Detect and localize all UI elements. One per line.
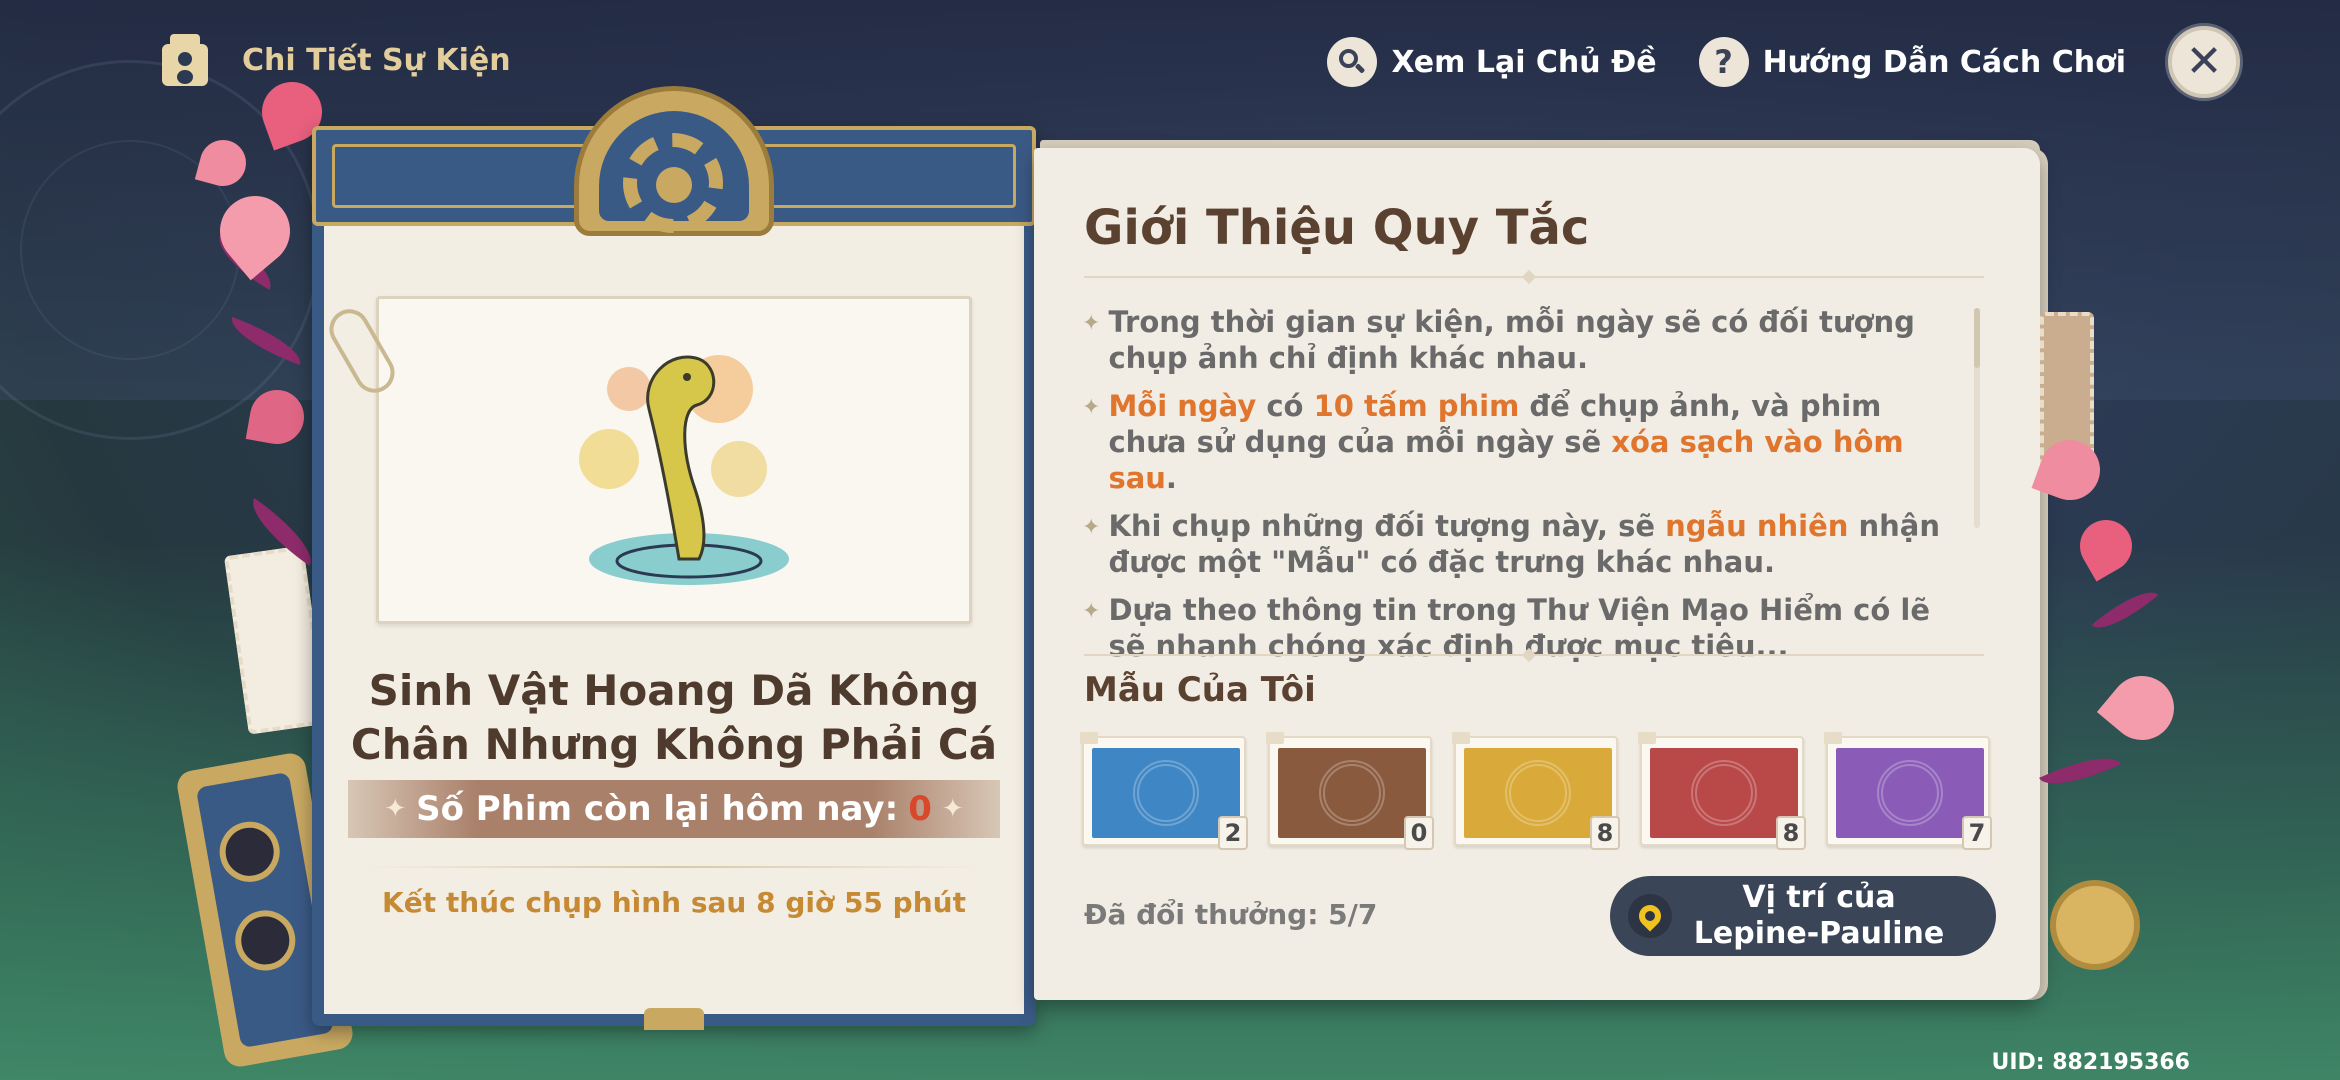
rules-panel: Giới Thiệu Quy Tắc ✦ Trong thời gian sự … <box>1034 148 2040 1000</box>
rules-list: ✦ Trong thời gian sự kiện, mỗi ngày sẽ c… <box>1082 304 1962 676</box>
rule-item: ✦ Mỗi ngày có 10 tấm phim để chụp ảnh, v… <box>1082 389 1904 495</box>
how-to-play-button[interactable]: ? Hướng Dẫn Cách Chơi <box>1698 37 2126 87</box>
gear-emblem-icon <box>574 86 774 236</box>
top-actions: Xem Lại Chủ Đề ? Hướng Dẫn Cách Chơi ✕ <box>1327 26 2240 98</box>
sample-card-blue[interactable]: 2 <box>1080 732 1248 850</box>
my-samples-title: Mẫu Của Tôi <box>1084 670 1316 710</box>
medal-decoration <box>2050 880 2140 970</box>
event-details-header: Chi Tiết Sự Kiện <box>158 32 511 88</box>
exchange-progress: Đã đổi thưởng: 5/7 <box>1084 898 1378 931</box>
how-to-play-label: Hướng Dẫn Cách Chơi <box>1762 44 2126 80</box>
location-button[interactable]: Vị trí của Lepine-Pauline <box>1610 876 1996 956</box>
sparkle-icon: ✦ <box>941 794 964 824</box>
search-icon <box>1327 37 1378 87</box>
sample-card-brown[interactable]: 0 <box>1266 732 1434 850</box>
film-remaining-count: 0 <box>908 789 932 829</box>
sample-card-yellow[interactable]: 8 <box>1452 732 1620 850</box>
target-name: Sinh Vật Hoang Dã Không Chân Nhưng Không… <box>326 664 1022 772</box>
card-bottom-ornament <box>644 1008 704 1030</box>
review-theme-button[interactable]: Xem Lại Chủ Đề <box>1327 37 1657 87</box>
divider <box>1084 269 1984 285</box>
divider <box>1084 647 1984 663</box>
rules-scrollbar[interactable] <box>1974 308 1980 528</box>
location-label-line1: Vị trí của <box>1742 880 1896 915</box>
uid-label: UID: 882195366 <box>1991 1050 2190 1075</box>
target-photo <box>376 296 972 624</box>
question-icon: ? <box>1698 37 1749 87</box>
sample-count: 2 <box>1218 816 1248 850</box>
sparkle-bullet-icon: ✦ <box>1082 311 1101 336</box>
sample-count: 8 <box>1776 816 1806 850</box>
target-name-line2: Chân Nhưng Không Phải Cá <box>350 720 998 769</box>
sparkle-bullet-icon: ✦ <box>1082 395 1101 420</box>
page-title: Chi Tiết Sự Kiện <box>242 42 511 78</box>
sample-card-purple[interactable]: 7 <box>1824 732 1992 850</box>
location-label-line2: Lepine-Pauline <box>1693 916 1945 951</box>
camera-icon <box>158 32 212 88</box>
sparkle-icon: ✦ <box>384 794 407 824</box>
review-theme-label: Xem Lại Chủ Đề <box>1391 44 1657 80</box>
close-icon: ✕ <box>2185 36 2223 87</box>
target-name-line1: Sinh Vật Hoang Dã Không <box>368 666 980 715</box>
sample-count: 8 <box>1590 816 1620 850</box>
divider <box>362 866 986 868</box>
location-pin-icon <box>1628 894 1672 938</box>
film-remaining-label: Số Phim còn lại hôm nay: <box>416 789 899 829</box>
countdown-text: Kết thúc chụp hình sau 8 giờ 55 phút <box>382 886 966 919</box>
film-remaining-bar: ✦ Số Phim còn lại hôm nay: 0 ✦ <box>348 780 1000 838</box>
sparkle-bullet-icon: ✦ <box>1082 515 1101 540</box>
sample-count: 7 <box>1962 816 1992 850</box>
target-card: Sinh Vật Hoang Dã Không Chân Nhưng Không… <box>312 86 1036 1030</box>
rules-title: Giới Thiệu Quy Tắc <box>1084 200 1590 256</box>
sample-count: 0 <box>1404 816 1434 850</box>
rule-item: ✦ Khi chụp những đối tượng này, sẽ ngẫu … <box>1082 509 1941 579</box>
samples-list: 2 0 8 8 7 <box>1080 732 1992 850</box>
sample-card-red[interactable]: 8 <box>1638 732 1806 850</box>
rule-item: ✦ Trong thời gian sự kiện, mỗi ngày sẽ c… <box>1082 305 1915 375</box>
creature-illustration <box>579 355 789 585</box>
close-button[interactable]: ✕ <box>2168 26 2240 98</box>
